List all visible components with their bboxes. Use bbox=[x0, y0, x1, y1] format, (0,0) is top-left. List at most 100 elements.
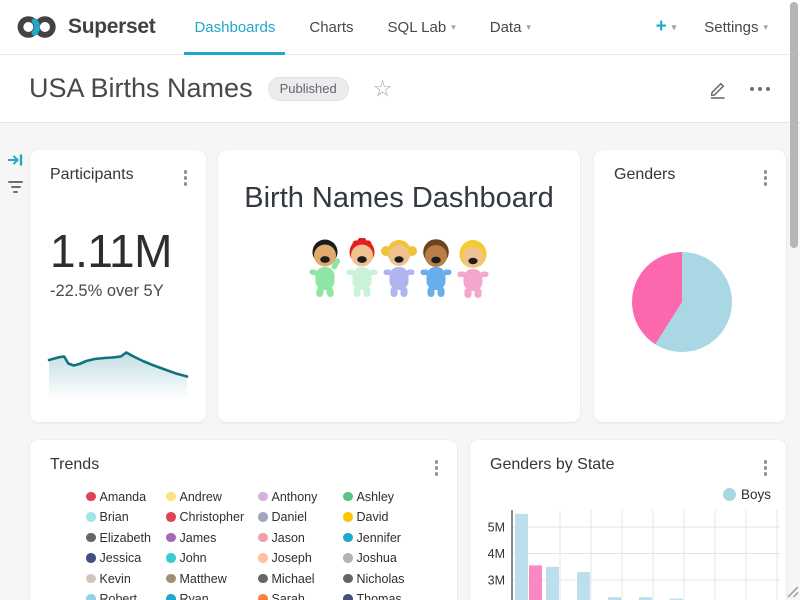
legend-item-joseph[interactable]: Joseph bbox=[258, 552, 343, 565]
participants-big-number: 1.11M bbox=[50, 224, 172, 278]
legend-label: Christopher bbox=[180, 510, 245, 524]
legend-color-dot bbox=[166, 512, 176, 522]
kebab-menu-icon[interactable] bbox=[759, 166, 773, 190]
participants-sparkline-chart bbox=[47, 340, 189, 398]
dashboard-title-bar: USA Births Names Published ☆ bbox=[0, 55, 800, 123]
legend-label: John bbox=[180, 551, 207, 565]
legend-color-dot bbox=[166, 533, 176, 543]
legend-label: Thomas bbox=[357, 592, 402, 600]
legend-color-dot bbox=[258, 553, 268, 563]
caret-down-icon: ▾ bbox=[526, 23, 531, 32]
legend-item-christopher[interactable]: Christopher bbox=[166, 511, 258, 524]
superset-logo-icon bbox=[14, 14, 60, 40]
title-actions bbox=[708, 79, 774, 99]
resize-handle-icon[interactable] bbox=[786, 585, 799, 598]
legend-color-dot bbox=[258, 492, 268, 502]
legend-label: Jessica bbox=[100, 551, 142, 565]
legend-item-kevin[interactable]: Kevin bbox=[86, 572, 166, 585]
legend-color-dot bbox=[258, 533, 268, 543]
legend-label: Jennifer bbox=[357, 531, 401, 545]
five-children-illustration bbox=[307, 238, 491, 300]
legend-item-jason[interactable]: Jason bbox=[258, 531, 343, 544]
legend-color-dot bbox=[86, 594, 96, 600]
legend-label: Matthew bbox=[180, 572, 227, 586]
legend-item-anthony[interactable]: Anthony bbox=[258, 490, 343, 503]
settings-menu[interactable]: Settings ▾ bbox=[704, 19, 768, 36]
legend-item-thomas[interactable]: Thomas bbox=[343, 593, 443, 600]
favorite-star-icon[interactable]: ☆ bbox=[373, 78, 393, 100]
svg-text:5M: 5M bbox=[488, 521, 505, 535]
new-item-button[interactable]: + ▾ bbox=[656, 16, 677, 38]
legend-item-robert[interactable]: Robert bbox=[86, 593, 166, 600]
legend-item-elizabeth[interactable]: Elizabeth bbox=[86, 531, 166, 544]
nav-item-sql-lab[interactable]: SQL Lab ▾ bbox=[371, 0, 473, 55]
legend-label: Joseph bbox=[272, 551, 312, 565]
legend-item-jennifer[interactable]: Jennifer bbox=[343, 531, 443, 544]
legend-color-dot bbox=[258, 594, 268, 600]
legend-label: Michael bbox=[272, 572, 315, 586]
legend-item-andrew[interactable]: Andrew bbox=[166, 490, 258, 503]
legend-item-ashley[interactable]: Ashley bbox=[343, 490, 443, 503]
legend-item-matthew[interactable]: Matthew bbox=[166, 572, 258, 585]
legend-label: David bbox=[357, 510, 389, 524]
trends-legend: AmandaAndrew Anthony Ashley Brian Christophe… bbox=[86, 490, 443, 600]
superset-brand[interactable]: Superset bbox=[14, 14, 155, 40]
legend-color-dot bbox=[343, 594, 353, 600]
legend-label: Jason bbox=[272, 531, 305, 545]
legend-label: Sarah bbox=[272, 592, 305, 600]
published-badge[interactable]: Published bbox=[268, 77, 349, 101]
participants-card: Participants 1.11M -22.5% over 5Y bbox=[30, 150, 206, 422]
kebab-menu-icon[interactable] bbox=[179, 166, 193, 190]
filters-icon[interactable] bbox=[8, 181, 23, 193]
legend-label: James bbox=[180, 531, 217, 545]
legend-color-dot bbox=[86, 492, 96, 502]
nav-item-charts[interactable]: Charts bbox=[292, 0, 370, 55]
legend-color-dot bbox=[166, 574, 176, 584]
legend-item-sarah[interactable]: Sarah bbox=[258, 593, 343, 600]
legend-color-dot bbox=[343, 574, 353, 584]
genders-by-state-bar-chart: 5M4M3M bbox=[470, 500, 780, 600]
genders-card: Genders bbox=[594, 150, 786, 422]
participants-subheader: -22.5% over 5Y bbox=[50, 282, 164, 301]
legend-label: Ryan bbox=[180, 592, 209, 600]
genders-card-title: Genders bbox=[614, 166, 675, 184]
kebab-menu-icon[interactable] bbox=[759, 456, 773, 480]
nav-right: + ▾ Settings ▾ bbox=[656, 16, 782, 38]
legend-label: Nicholas bbox=[357, 572, 405, 586]
edit-pencil-icon[interactable] bbox=[708, 79, 728, 99]
legend-item-joshua[interactable]: Joshua bbox=[343, 552, 443, 565]
legend-item-nicholas[interactable]: Nicholas bbox=[343, 572, 443, 585]
legend-item-john[interactable]: John bbox=[166, 552, 258, 565]
svg-text:3M: 3M bbox=[488, 574, 505, 588]
main-menu: Dashboards Charts SQL Lab ▾ Data ▾ bbox=[177, 0, 547, 55]
more-actions-icon[interactable] bbox=[746, 83, 774, 95]
dashboard-header-text: Birth Names Dashboard bbox=[218, 182, 580, 215]
legend-label: Robert bbox=[100, 592, 138, 600]
nav-item-dashboards[interactable]: Dashboards bbox=[177, 0, 292, 55]
legend-item-david[interactable]: David bbox=[343, 511, 443, 524]
legend-item-daniel[interactable]: Daniel bbox=[258, 511, 343, 524]
expand-filter-bar-icon[interactable] bbox=[7, 152, 24, 173]
page-scrollbar-thumb[interactable] bbox=[790, 2, 798, 248]
legend-color-dot bbox=[86, 553, 96, 563]
nav-item-data[interactable]: Data ▾ bbox=[473, 0, 548, 55]
legend-item-amanda[interactable]: Amanda bbox=[86, 490, 166, 503]
brand-name: Superset bbox=[68, 15, 155, 39]
legend-color-dot bbox=[258, 512, 268, 522]
legend-item-jessica[interactable]: Jessica bbox=[86, 552, 166, 565]
genders-pie-chart bbox=[632, 252, 732, 352]
legend-label: Anthony bbox=[272, 490, 318, 504]
legend-color-dot bbox=[343, 553, 353, 563]
genders-by-state-card-title: Genders by State bbox=[490, 456, 615, 474]
legend-item-james[interactable]: James bbox=[166, 531, 258, 544]
legend-item-michael[interactable]: Michael bbox=[258, 572, 343, 585]
legend-item-ryan[interactable]: Ryan bbox=[166, 593, 258, 600]
kebab-menu-icon[interactable] bbox=[430, 456, 444, 480]
legend-color-dot bbox=[343, 533, 353, 543]
legend-color-dot bbox=[343, 492, 353, 502]
legend-label: Kevin bbox=[100, 572, 131, 586]
legend-label: Brian bbox=[100, 510, 129, 524]
legend-label: Joshua bbox=[357, 551, 397, 565]
legend-item-brian[interactable]: Brian bbox=[86, 511, 166, 524]
caret-down-icon: ▾ bbox=[451, 23, 456, 32]
